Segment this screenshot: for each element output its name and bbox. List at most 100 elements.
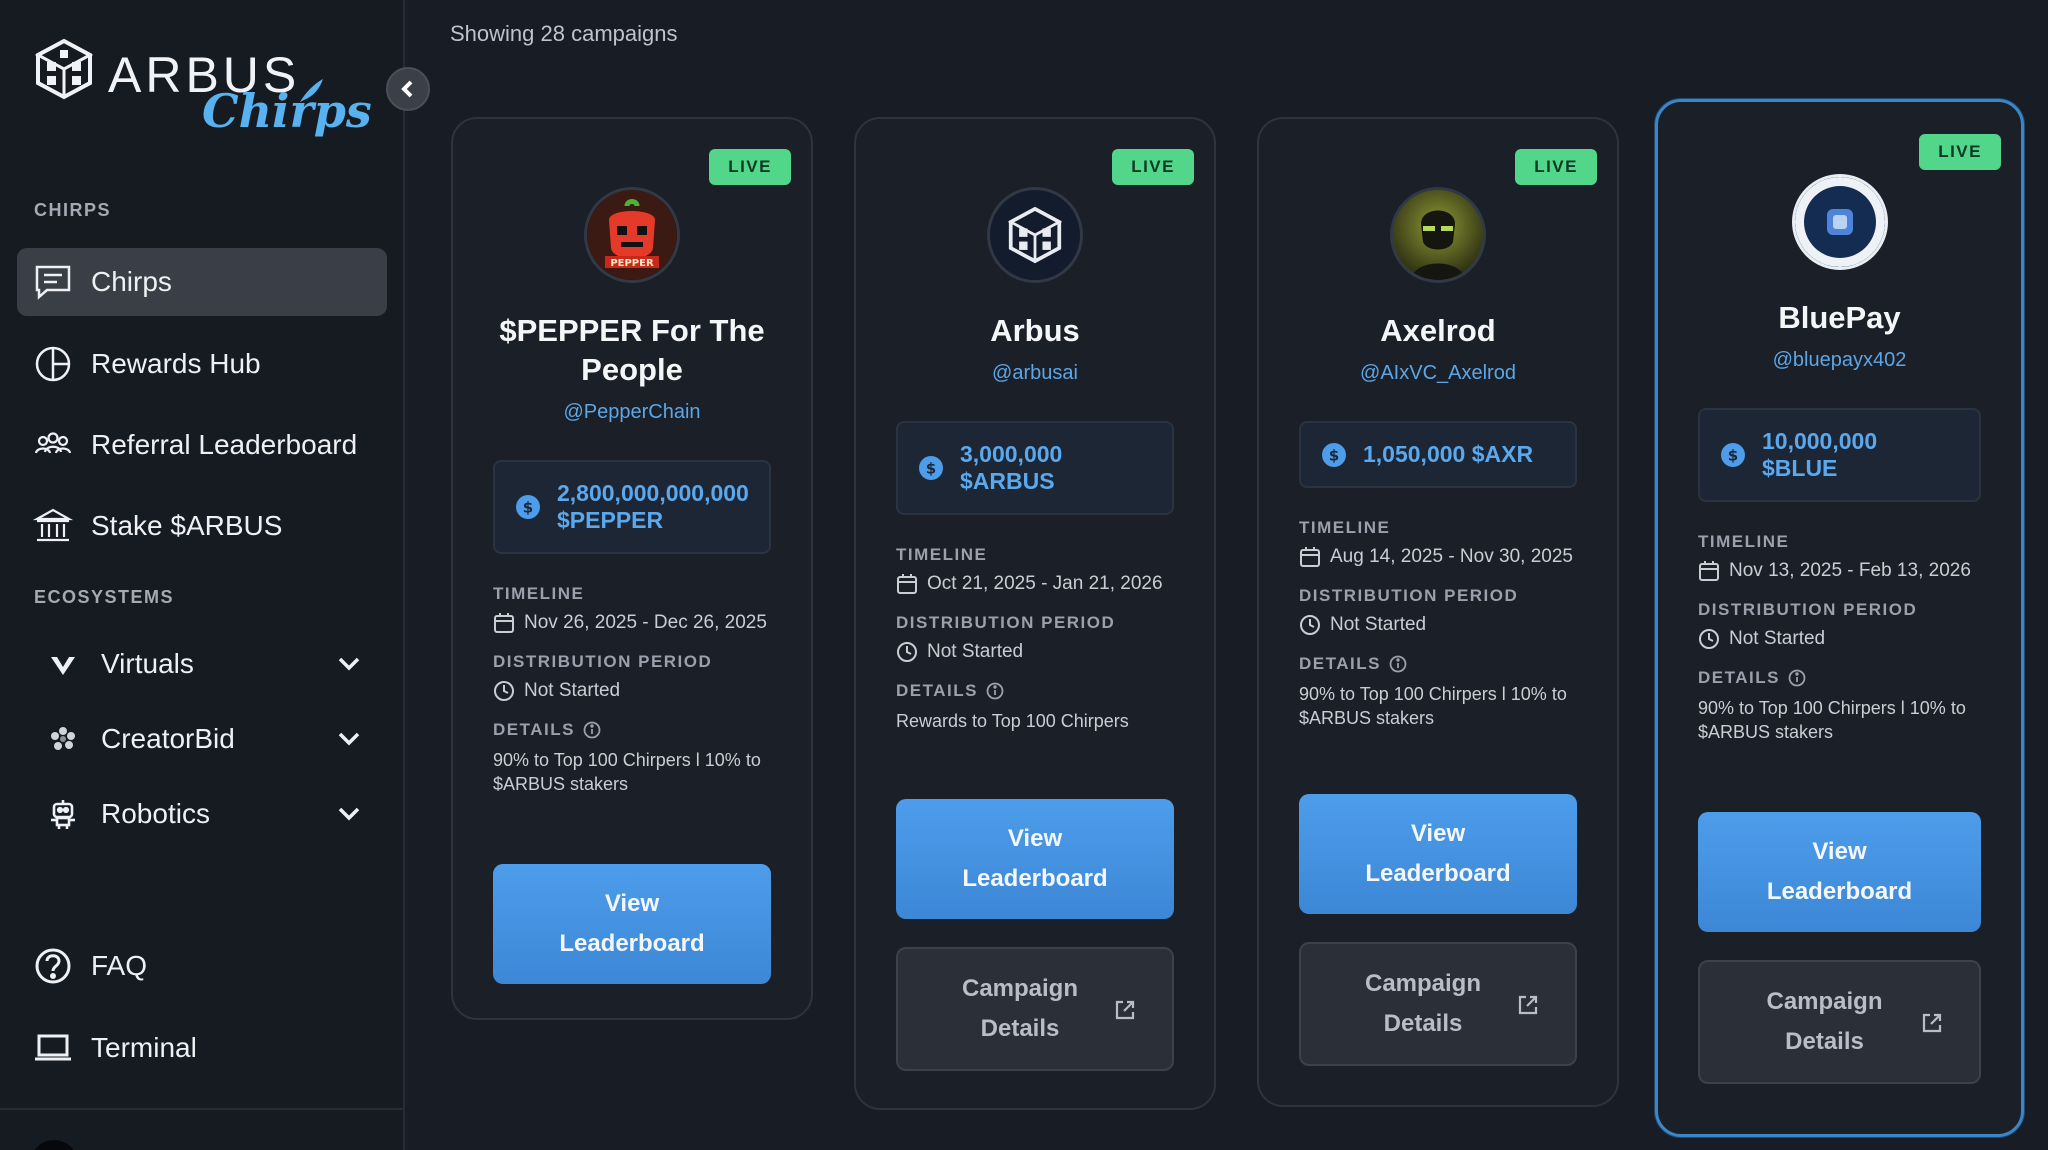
live-badge: LIVE — [1515, 149, 1597, 185]
bluepay-logo-icon — [1794, 177, 1885, 267]
button-label: View — [1007, 825, 1063, 852]
clock-icon — [897, 642, 917, 662]
user-avatar[interactable] — [30, 1140, 78, 1150]
campaign-handle[interactable]: @bluepayx402 — [1773, 349, 1907, 372]
sidebar-item-referral-leaderboard[interactable]: Referral Leaderboard — [17, 411, 387, 479]
calendar-icon — [1699, 561, 1719, 581]
button-label: View — [1410, 820, 1466, 847]
details-value: 90% to Top 100 Chirpers l 10% to $ARBUS … — [1299, 684, 1567, 728]
sidebar-item-creatorbid[interactable]: CreatorBid — [17, 705, 387, 773]
campaign-card-pepper: LIVE PEPPER $PEPPER For The People @Pepp… — [451, 117, 813, 1020]
sidebar-item-virtuals[interactable]: Virtuals — [17, 630, 387, 698]
svg-text:$: $ — [1329, 446, 1339, 464]
logo-subtitle: Chirps — [202, 84, 372, 138]
campaign-handle[interactable]: @AIxVC_Axelrod — [1360, 362, 1516, 385]
chevron-down-icon[interactable] — [335, 725, 363, 753]
campaign-avatar: PEPPER — [584, 187, 680, 283]
distribution-value: Not Started — [927, 641, 1024, 662]
distribution-label: DISTRIBUTION PERIOD — [1299, 586, 1519, 605]
chevron-down-icon[interactable] — [335, 650, 363, 678]
button-label: Details — [980, 1015, 1060, 1042]
button-label: Details — [1383, 1010, 1463, 1037]
campaign-title: BluePay — [1778, 300, 1901, 335]
section-label-ecosystems: ECOSYSTEMS — [34, 587, 175, 607]
live-badge: LIVE — [709, 149, 791, 185]
distribution-value: Not Started — [1330, 614, 1427, 635]
reward-amount: 10,000,000 — [1762, 428, 1878, 454]
details-value: 90% to Top 100 Chirpers l 10% to $ARBUS … — [493, 750, 761, 794]
sidebar-item-terminal[interactable]: Terminal — [17, 1014, 387, 1082]
arbus-cube-logo-icon — [34, 38, 94, 100]
sidebar-item-label: CreatorBid — [101, 723, 235, 754]
timeline-value: Nov 26, 2025 - Dec 26, 2025 — [524, 612, 767, 633]
reward-amount: 2,800,000,000,000 — [557, 480, 749, 506]
view-leaderboard-button[interactable]: View Leaderboard — [1698, 812, 1981, 932]
clock-icon — [1300, 615, 1320, 635]
sidebar-item-stake-arbus[interactable]: Stake $ARBUS — [17, 492, 387, 560]
campaign-details-button[interactable]: Campaign Details — [1299, 942, 1577, 1066]
campaign-handle[interactable]: @PepperChain — [563, 401, 700, 424]
calendar-icon — [897, 574, 917, 594]
reward-box: $ 10,000,000 $BLUE — [1698, 408, 1981, 502]
sidebar-divider — [0, 1108, 405, 1110]
details-label: DETAILS — [493, 720, 575, 739]
campaign-details-button[interactable]: Campaign Details — [1698, 960, 1981, 1084]
info-icon[interactable] — [986, 682, 1004, 700]
button-label: Details — [1785, 1028, 1864, 1055]
info-icon[interactable] — [1788, 669, 1806, 687]
view-leaderboard-button[interactable]: View Leaderboard — [1299, 794, 1577, 914]
question-icon — [35, 948, 71, 984]
timeline-value: Aug 14, 2025 - Nov 30, 2025 — [1330, 546, 1573, 567]
campaign-title: Arbus — [990, 313, 1080, 348]
sidebar-item-label: Robotics — [101, 798, 210, 829]
campaign-details-button[interactable]: Campaign Details — [896, 947, 1174, 1071]
campaign-handle[interactable]: @arbusai — [992, 362, 1078, 385]
external-link-icon — [1922, 1013, 1942, 1033]
button-label: Leaderboard — [1365, 860, 1511, 887]
details-label: DETAILS — [1698, 668, 1780, 687]
dollar-coin-icon: $ — [919, 456, 943, 480]
section-label-chirps: CHIRPS — [34, 200, 112, 220]
sidebar-item-faq[interactable]: FAQ — [17, 932, 387, 1000]
campaign-info: TIMELINE Nov 26, 2025 - Dec 26, 2025 DIS… — [493, 584, 771, 796]
live-badge: LIVE — [1919, 134, 2001, 170]
view-leaderboard-button[interactable]: View Leaderboard — [493, 864, 771, 984]
campaign-title: $PEPPER For The People — [499, 313, 765, 387]
sidebar-item-robotics[interactable]: Robotics — [17, 780, 387, 848]
view-leaderboard-button[interactable]: View Leaderboard — [896, 799, 1174, 919]
reward-box: $ 1,050,000 $AXR — [1299, 421, 1577, 488]
chevron-down-icon[interactable] — [335, 800, 363, 828]
dollar-coin-icon: $ — [1322, 442, 1346, 467]
sidebar-item-chirps[interactable]: Chirps — [17, 248, 387, 316]
distribution-label: DISTRIBUTION PERIOD — [1698, 600, 1918, 619]
button-label: Campaign — [1766, 988, 1883, 1015]
distribution-label: DISTRIBUTION PERIOD — [896, 613, 1116, 632]
sidebar-item-rewards-hub[interactable]: Rewards Hub — [17, 330, 387, 398]
info-icon[interactable] — [1389, 655, 1407, 673]
timeline-label: TIMELINE — [1299, 518, 1391, 537]
arbus-cube-icon — [1007, 206, 1063, 264]
clock-icon — [494, 681, 514, 701]
button-label: Campaign — [1364, 970, 1481, 997]
robot-icon — [51, 800, 75, 829]
info-icon[interactable] — [583, 721, 601, 739]
sidebar-item-label: Terminal — [91, 1032, 197, 1063]
button-label: View — [604, 890, 660, 917]
svg-text:$: $ — [523, 499, 533, 517]
campaign-avatar — [1791, 174, 1888, 270]
group-icon — [34, 432, 72, 454]
logo[interactable]: ARBUS Chirps — [34, 36, 372, 146]
timeline-value: Oct 21, 2025 - Jan 21, 2026 — [927, 573, 1163, 594]
button-label: Leaderboard — [559, 930, 705, 957]
collapse-sidebar-button[interactable] — [386, 67, 430, 111]
reward-box: $ 2,800,000,000,000 $PEPPER — [493, 460, 771, 554]
timeline-value: Nov 13, 2025 - Feb 13, 2026 — [1729, 560, 1971, 581]
chat-icon — [35, 265, 71, 300]
button-label: Leaderboard — [962, 865, 1108, 892]
chevron-left-icon — [401, 80, 413, 98]
campaign-info: TIMELINE Oct 21, 2025 - Jan 21, 2026 DIS… — [896, 545, 1174, 733]
sidebar-item-label: Virtuals — [101, 648, 194, 679]
svg-text:$: $ — [926, 460, 936, 478]
reward-box: $ 3,000,000 $ARBUS — [896, 421, 1174, 515]
reward-amount: 1,050,000 $AXR — [1363, 441, 1534, 467]
